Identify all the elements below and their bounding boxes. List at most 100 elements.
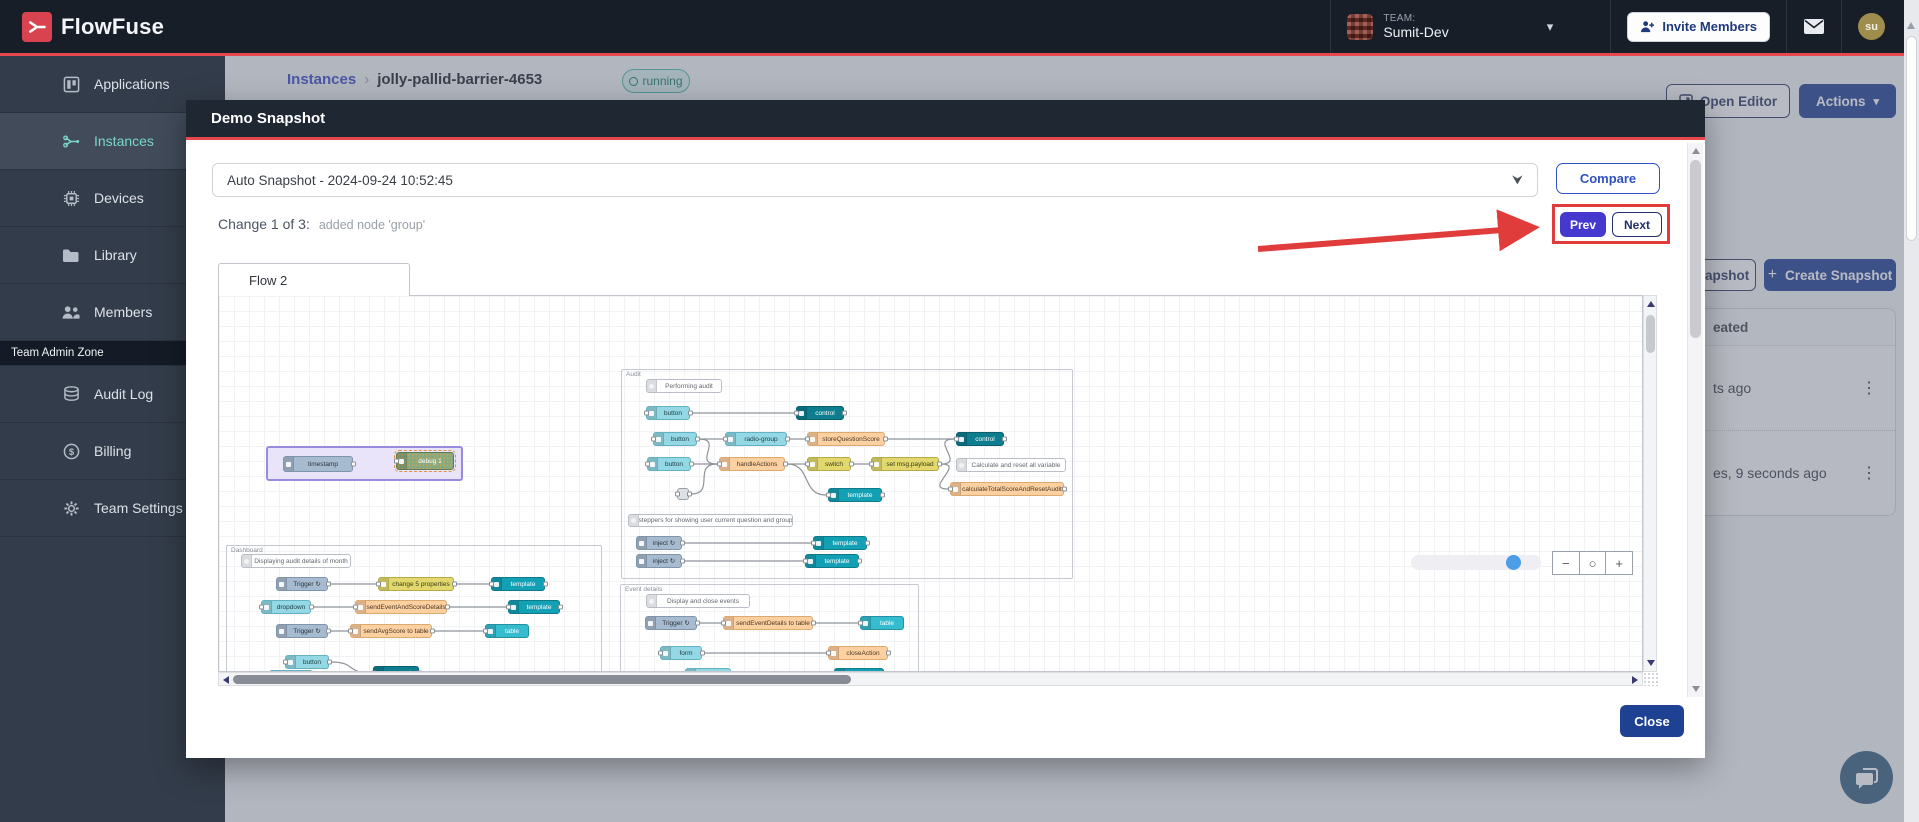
modal-scrollbar[interactable]: [1687, 143, 1703, 697]
node-output-port[interactable]: [782, 461, 788, 467]
node-output-port[interactable]: [679, 558, 685, 564]
node-input-port[interactable]: [282, 659, 288, 665]
node-input-port[interactable]: [482, 628, 488, 634]
node-input-port[interactable]: [657, 650, 663, 656]
flow-node-change-5-properties[interactable]: change 5 properties: [375, 577, 457, 591]
node-input-port[interactable]: [804, 461, 810, 467]
node-input-port[interactable]: [643, 410, 649, 416]
flow-node-displaying-audit-details-of-month[interactable]: Displaying audit details of month: [241, 554, 351, 568]
close-modal-button[interactable]: Close: [1620, 705, 1684, 737]
node-output-port[interactable]: [882, 436, 888, 442]
node-input-port[interactable]: [953, 436, 959, 442]
scroll-up-arrow-icon[interactable]: [1907, 22, 1915, 29]
canvas-horizontal-scrollbar[interactable]: [218, 672, 1643, 686]
flow-node-table[interactable]: table: [857, 616, 904, 630]
flow-node-template[interactable]: template: [505, 600, 563, 614]
node-input-port[interactable]: [505, 604, 511, 610]
node-input-port[interactable]: [720, 620, 726, 626]
node-input-port[interactable]: [810, 540, 816, 546]
scroll-up-arrow-icon[interactable]: [1647, 301, 1655, 307]
node-output-port[interactable]: [885, 650, 891, 656]
flow-node-handleactions[interactable]: handleActions: [716, 457, 788, 471]
node-output-port[interactable]: [687, 410, 693, 416]
node-input-port[interactable]: [674, 491, 680, 497]
node-output-port[interactable]: [686, 491, 692, 497]
flow-node-form[interactable]: form: [657, 646, 705, 660]
node-output-port[interactable]: [848, 461, 854, 467]
node-output-port[interactable]: [694, 436, 700, 442]
node-output-port[interactable]: [699, 650, 705, 656]
mail-icon[interactable]: [1803, 18, 1825, 35]
flow-node-button[interactable]: button: [643, 406, 693, 420]
flow-node-closeaction[interactable]: closeAction: [825, 646, 891, 660]
flow-node-template[interactable]: template: [825, 488, 885, 502]
flow-node-control[interactable]: control: [953, 432, 1007, 446]
node-output-port[interactable]: [1061, 486, 1067, 492]
node-output-port[interactable]: [308, 604, 314, 610]
flow-node-switch[interactable]: switch: [804, 457, 854, 471]
node-input-port[interactable]: [857, 620, 863, 626]
node-input-port[interactable]: [802, 558, 808, 564]
node-output-port[interactable]: [784, 436, 790, 442]
scroll-down-arrow-icon[interactable]: [1647, 660, 1655, 666]
zoom-reset-button[interactable]: ○: [1578, 552, 1606, 574]
flow-node-template[interactable]: template: [488, 577, 548, 591]
canvas-vertical-scrollbar[interactable]: [1643, 295, 1657, 672]
flow-node-trigger-[interactable]: Trigger ↻: [276, 577, 331, 591]
zoom-in-button[interactable]: +: [1605, 552, 1632, 574]
node-output-port[interactable]: [856, 558, 862, 564]
node-output-port[interactable]: [864, 540, 870, 546]
node-input-port[interactable]: [825, 650, 831, 656]
flow-node-template[interactable]: template: [802, 554, 862, 568]
zoom-out-button[interactable]: −: [1553, 552, 1579, 574]
flow-node-storequestionscore[interactable]: storeQuestionScore: [804, 432, 888, 446]
node-input-port[interactable]: [825, 492, 831, 498]
snapshot-select[interactable]: Auto Snapshot - 2024-09-24 10:52:45 ⮟: [212, 163, 1538, 197]
flow-node-sendeventandscoredetails[interactable]: sendEventAndScoreDetails: [352, 600, 450, 614]
flow-node-table[interactable]: table: [482, 624, 529, 638]
node-output-port[interactable]: [542, 581, 548, 587]
flow-canvas[interactable]: Audit Dashboard Event details timestamp debu…: [218, 295, 1643, 672]
flow-node-debug-1[interactable]: debug 1: [393, 450, 456, 472]
flow-node-control[interactable]: control: [793, 406, 847, 420]
node-input-port[interactable]: [347, 628, 353, 634]
node-output-port[interactable]: [1001, 436, 1007, 442]
flow-node-button[interactable]: button: [650, 432, 700, 446]
flow-node-inject-[interactable]: inject ↻: [636, 536, 685, 550]
page-scroll-thumb[interactable]: [1906, 36, 1917, 241]
scroll-left-arrow-icon[interactable]: [223, 676, 229, 684]
node-input-port[interactable]: [258, 604, 264, 610]
flow-node-button[interactable]: button: [282, 655, 332, 669]
invite-members-button[interactable]: Invite Members: [1627, 11, 1770, 42]
team-selector[interactable]: TEAM: Sumit-Dev ▾: [1330, 0, 1610, 53]
node-output-port[interactable]: [810, 620, 816, 626]
compare-button[interactable]: Compare: [1556, 163, 1660, 194]
node-output-port[interactable]: [350, 461, 356, 467]
user-avatar[interactable]: su: [1858, 13, 1885, 40]
flow-node-sendeventdetails-to-table[interactable]: sendEventDetails to table: [720, 616, 816, 630]
scroll-right-arrow-icon[interactable]: [1632, 676, 1638, 684]
canvas-zoom-slider[interactable]: [1411, 555, 1541, 570]
flow-node-performing-audit[interactable]: Performing audit: [646, 379, 722, 393]
flow-node-display-and-close-events[interactable]: Display and close events: [646, 594, 750, 608]
node-output-port[interactable]: [429, 628, 435, 634]
node-input-port[interactable]: [488, 581, 494, 587]
node-output-port[interactable]: [841, 410, 847, 416]
page-scrollbar[interactable]: [1904, 0, 1919, 822]
flow-node-calculatetotalscoreandresetaudit[interactable]: calculateTotalScoreAndResetAudit: [947, 482, 1067, 496]
node-output-port[interactable]: [688, 461, 694, 467]
modal-scroll-thumb[interactable]: [1690, 160, 1701, 338]
node-output-port[interactable]: [325, 581, 331, 587]
flow-node-sendavgscore-to-table[interactable]: sendAvgScore to table: [347, 624, 435, 638]
flow-node-steppers-for-showing-user-current-question-and-group[interactable]: steppers for showing user current questi…: [628, 514, 793, 527]
node-input-port[interactable]: [352, 604, 358, 610]
node-input-port[interactable]: [793, 410, 799, 416]
node-output-port[interactable]: [325, 628, 331, 634]
node-output-port[interactable]: [444, 604, 450, 610]
node-output-port[interactable]: [936, 461, 942, 467]
node-input-port[interactable]: [947, 486, 953, 492]
canvas-vscroll-thumb[interactable]: [1645, 315, 1655, 353]
node-output-port[interactable]: [451, 581, 457, 587]
flow-node-inject-[interactable]: inject ↻: [636, 554, 685, 568]
flow-node-calculate-and-reset-all-variable[interactable]: Calculate and reset all variable: [956, 458, 1066, 472]
